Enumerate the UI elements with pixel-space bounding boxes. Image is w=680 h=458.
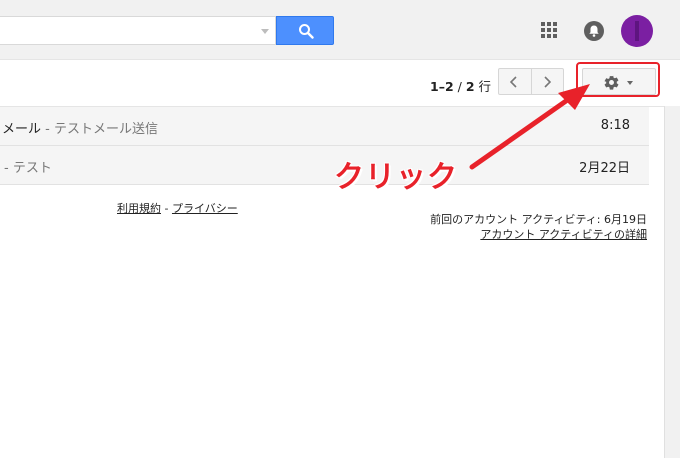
mail-date: 2月22日 <box>579 161 630 176</box>
apps-grid-icon[interactable] <box>541 22 557 38</box>
search-options-caret-icon[interactable] <box>261 29 269 34</box>
page-range: 1–2 <box>430 79 454 94</box>
mail-snippet: - テスト <box>4 161 52 176</box>
search-icon <box>299 24 314 39</box>
top-bar <box>0 0 680 60</box>
scrollbar[interactable] <box>664 106 680 458</box>
mail-subject: - テスト <box>4 157 52 176</box>
mail-subject: メール - テストメール送信 <box>2 118 158 137</box>
page-separator: / <box>453 79 466 94</box>
mail-row[interactable]: - テスト 2月22日 <box>0 146 649 185</box>
toolbar <box>0 60 664 107</box>
mail-date: 8:18 <box>600 118 630 133</box>
older-button[interactable] <box>532 69 564 94</box>
search-button[interactable] <box>276 16 334 45</box>
footer-dash: - <box>161 202 172 215</box>
last-activity-text: 前回のアカウント アクティビティ: 6月19日 <box>430 213 647 226</box>
mail-snippet: - テストメール送信 <box>41 122 158 137</box>
terms-link[interactable]: 利用規約 <box>117 202 161 215</box>
page-total: 2 <box>465 79 475 94</box>
footer-links: 利用規約 - プライバシー <box>117 200 238 216</box>
highlight-box <box>576 62 660 97</box>
activity-details-link[interactable]: アカウント アクティビティの詳細 <box>480 228 647 241</box>
annotation-label: クリック <box>334 160 458 195</box>
mail-row[interactable]: メール - テストメール送信 8:18 <box>0 107 649 146</box>
pagination-count: 1–2 / 2 行 <box>430 76 491 95</box>
search-box[interactable] <box>0 16 276 45</box>
account-activity: 前回のアカウント アクティビティ: 6月19日 アカウント アクティビティの詳細 <box>430 212 647 242</box>
privacy-link[interactable]: プライバシー <box>172 202 238 215</box>
notifications-bell-icon[interactable] <box>584 21 604 41</box>
pager-buttons <box>498 68 564 95</box>
chevron-right-icon <box>544 76 551 88</box>
search-input[interactable] <box>0 17 250 44</box>
mail-title: メール <box>2 122 42 137</box>
page-unit: 行 <box>474 79 492 94</box>
avatar[interactable] <box>621 15 653 47</box>
newer-button[interactable] <box>499 69 531 94</box>
chevron-left-icon <box>510 76 517 88</box>
